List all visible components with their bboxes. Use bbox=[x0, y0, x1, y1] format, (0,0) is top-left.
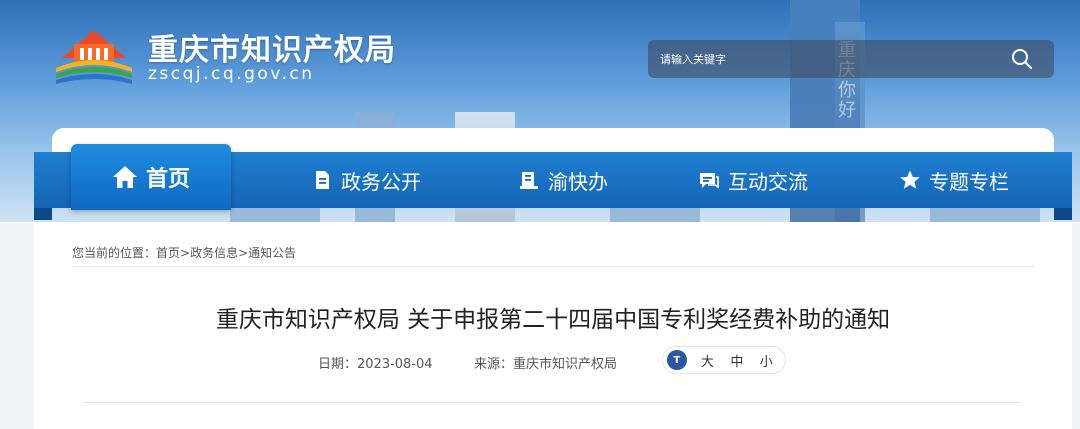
nav-item-interaction[interactable]: 互动交流 bbox=[688, 152, 818, 208]
nav-fold-left bbox=[34, 208, 52, 220]
breadcrumb-item-notices[interactable]: 通知公告 bbox=[248, 246, 296, 260]
nav-item-label: 专题专栏 bbox=[929, 169, 1009, 194]
date-label: 日期： bbox=[318, 357, 358, 372]
source-label: 来源： bbox=[474, 357, 514, 372]
search-input[interactable] bbox=[660, 52, 1010, 66]
nav-item-government-affairs[interactable]: 政务公开 bbox=[296, 152, 436, 208]
search-icon[interactable] bbox=[1010, 47, 1034, 71]
content-card: 您当前的位置：首页>政务信息>通知公告 重庆市知识产权局 关于申报第二十四届中国… bbox=[34, 222, 1072, 429]
star-icon bbox=[900, 170, 920, 189]
site-logo-icon[interactable] bbox=[52, 22, 136, 86]
home-icon bbox=[112, 166, 137, 188]
breadcrumb-item-gov-info[interactable]: 政务信息 bbox=[190, 246, 238, 260]
breadcrumb: 您当前的位置：首页>政务信息>通知公告 bbox=[72, 244, 296, 261]
nav-item-label: 政务公开 bbox=[341, 169, 421, 194]
divider bbox=[72, 266, 1034, 267]
nav-item-yukuaiban[interactable]: 渝快办 bbox=[498, 152, 628, 208]
date-value: 2023-08-04 bbox=[357, 357, 433, 372]
book-icon bbox=[520, 172, 538, 189]
source-value: 重庆市知识产权局 bbox=[513, 357, 618, 372]
nav-item-label: 渝快办 bbox=[548, 169, 608, 194]
font-size-large-button[interactable]: 大 bbox=[693, 351, 722, 370]
font-size-control: T 大 中 小 bbox=[662, 346, 786, 374]
divider bbox=[84, 402, 1020, 403]
nav-item-special-topics[interactable]: 专题专栏 bbox=[884, 152, 1024, 208]
document-icon bbox=[316, 171, 329, 189]
chat-icon bbox=[700, 173, 719, 189]
article-date: 日期：2023-08-04 bbox=[318, 353, 433, 372]
breadcrumb-separator: > bbox=[180, 246, 191, 260]
article-source: 来源：重庆市知识产权局 bbox=[474, 353, 617, 372]
search-box bbox=[648, 40, 1054, 78]
breadcrumb-item-home[interactable]: 首页 bbox=[156, 246, 180, 260]
font-size-medium-button[interactable]: 中 bbox=[722, 351, 751, 370]
font-size-small-button[interactable]: 小 bbox=[752, 351, 781, 370]
breadcrumb-separator: > bbox=[238, 246, 249, 260]
nav-fold-right bbox=[1054, 208, 1072, 220]
site-domain: zscqj.cq.gov.cn bbox=[148, 64, 315, 84]
site-title[interactable]: 重庆市知识产权局 bbox=[148, 25, 396, 69]
nav-item-home[interactable]: 首页 bbox=[71, 144, 231, 210]
article-title: 重庆市知识产权局 关于申报第二十四届中国专利奖经费补助的通知 bbox=[215, 307, 891, 333]
nav-item-label: 互动交流 bbox=[728, 169, 808, 194]
nav-item-label: 首页 bbox=[145, 167, 190, 192]
breadcrumb-prefix: 您当前的位置： bbox=[72, 246, 157, 260]
font-size-icon: T bbox=[667, 350, 687, 370]
